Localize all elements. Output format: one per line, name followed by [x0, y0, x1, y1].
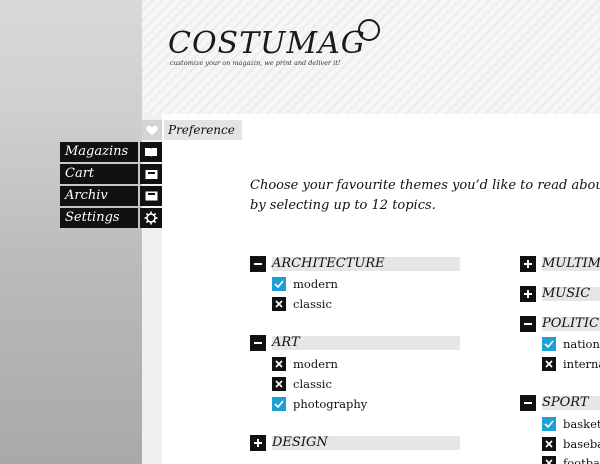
- nav-label: Settings: [60, 208, 138, 228]
- checkbox-unchecked-icon[interactable]: [272, 377, 286, 391]
- category-music[interactable]: MUSIC: [520, 286, 600, 302]
- nav-item-archiv[interactable]: Archiv: [60, 186, 162, 206]
- topic-label: basebal: [563, 437, 600, 451]
- topic-politics-national[interactable]: nationa: [542, 336, 600, 352]
- topic-label: modern: [293, 277, 338, 291]
- checkbox-unchecked-icon[interactable]: [272, 297, 286, 311]
- category-name: POLITIC: [542, 316, 600, 331]
- topic-architecture-modern[interactable]: modern: [272, 276, 338, 292]
- expand-icon[interactable]: [250, 435, 266, 451]
- topic-label: footbal: [563, 456, 600, 464]
- category-sport[interactable]: SPORT: [520, 395, 600, 411]
- topic-architecture-classic[interactable]: classic: [272, 296, 332, 312]
- nav-label: Cart: [60, 164, 138, 184]
- collapse-icon[interactable]: [520, 395, 536, 411]
- category-name: DESIGN: [272, 436, 460, 450]
- topic-label: classic: [293, 377, 332, 391]
- category-name: MULTIM: [542, 256, 600, 271]
- topic-label: interna: [563, 357, 600, 371]
- checkbox-unchecked-icon[interactable]: [542, 357, 556, 371]
- nav-item-magazins[interactable]: Magazins: [60, 142, 162, 162]
- checkbox-unchecked-icon[interactable]: [542, 456, 556, 464]
- checkbox-unchecked-icon[interactable]: [272, 357, 286, 371]
- nav-label: Magazins: [60, 142, 138, 162]
- topic-label: classic: [293, 297, 332, 311]
- checkbox-checked-icon[interactable]: [272, 397, 286, 411]
- topic-label: modern: [293, 357, 338, 371]
- topic-label: basketb: [563, 417, 600, 431]
- category-name: SPORT: [542, 396, 600, 410]
- topic-sport-football[interactable]: footbal: [542, 456, 600, 464]
- checkbox-checked-icon[interactable]: [272, 277, 286, 291]
- tagline: customize your on magazin, we print and …: [170, 59, 341, 67]
- category-architecture[interactable]: ARCHITECTURE: [250, 256, 460, 272]
- category-name: ART: [272, 336, 460, 350]
- gear-icon: [140, 208, 162, 228]
- intro-line-2: by selecting up to 12 topics.: [250, 198, 436, 213]
- collapse-icon[interactable]: [250, 256, 266, 272]
- nav-item-cart[interactable]: Cart: [60, 164, 162, 184]
- header: COSTUMAG customize your on magazin, we p…: [142, 0, 600, 114]
- checkbox-checked-icon[interactable]: [542, 417, 556, 431]
- topic-art-modern[interactable]: modern: [272, 356, 338, 372]
- category-design[interactable]: DESIGN: [250, 435, 460, 451]
- tab-preference[interactable]: Preference: [164, 120, 242, 140]
- category-name: ARCHITECTURE: [272, 257, 460, 271]
- category-multimedia[interactable]: MULTIM: [520, 256, 600, 272]
- nav-item-settings[interactable]: Settings: [60, 208, 162, 228]
- archive-icon: [140, 186, 162, 206]
- heart-icon: [142, 120, 162, 140]
- category-art[interactable]: ART: [250, 335, 460, 351]
- logo-circle-icon: [358, 19, 380, 41]
- checkbox-checked-icon[interactable]: [542, 337, 556, 351]
- topic-politics-international[interactable]: interna: [542, 356, 600, 372]
- topic-art-classic[interactable]: classic: [272, 376, 332, 392]
- checkbox-unchecked-icon[interactable]: [542, 437, 556, 451]
- topic-art-photography[interactable]: photography: [272, 396, 367, 412]
- topic-sport-basketball[interactable]: basketb: [542, 416, 600, 432]
- topic-label: photography: [293, 397, 368, 411]
- topic-label: nationa: [563, 337, 600, 351]
- collapse-icon[interactable]: [250, 335, 266, 351]
- category-politics[interactable]: POLITIC: [520, 316, 600, 332]
- cart-icon: [140, 164, 162, 184]
- book-icon: [140, 142, 162, 162]
- nav-label: Archiv: [60, 186, 138, 206]
- expand-icon[interactable]: [520, 256, 536, 272]
- logo[interactable]: COSTUMAG: [168, 26, 366, 61]
- intro-line-1: Choose your favourite themes you’d like …: [250, 178, 600, 193]
- category-name: MUSIC: [542, 287, 600, 301]
- sidebar-background: [0, 0, 142, 464]
- intro-text: Choose your favourite themes you’d like …: [250, 176, 600, 216]
- collapse-icon[interactable]: [520, 316, 536, 332]
- main-nav: Magazins Cart Archiv Settings: [60, 142, 162, 230]
- expand-icon[interactable]: [520, 286, 536, 302]
- topic-sport-baseball[interactable]: basebal: [542, 436, 600, 452]
